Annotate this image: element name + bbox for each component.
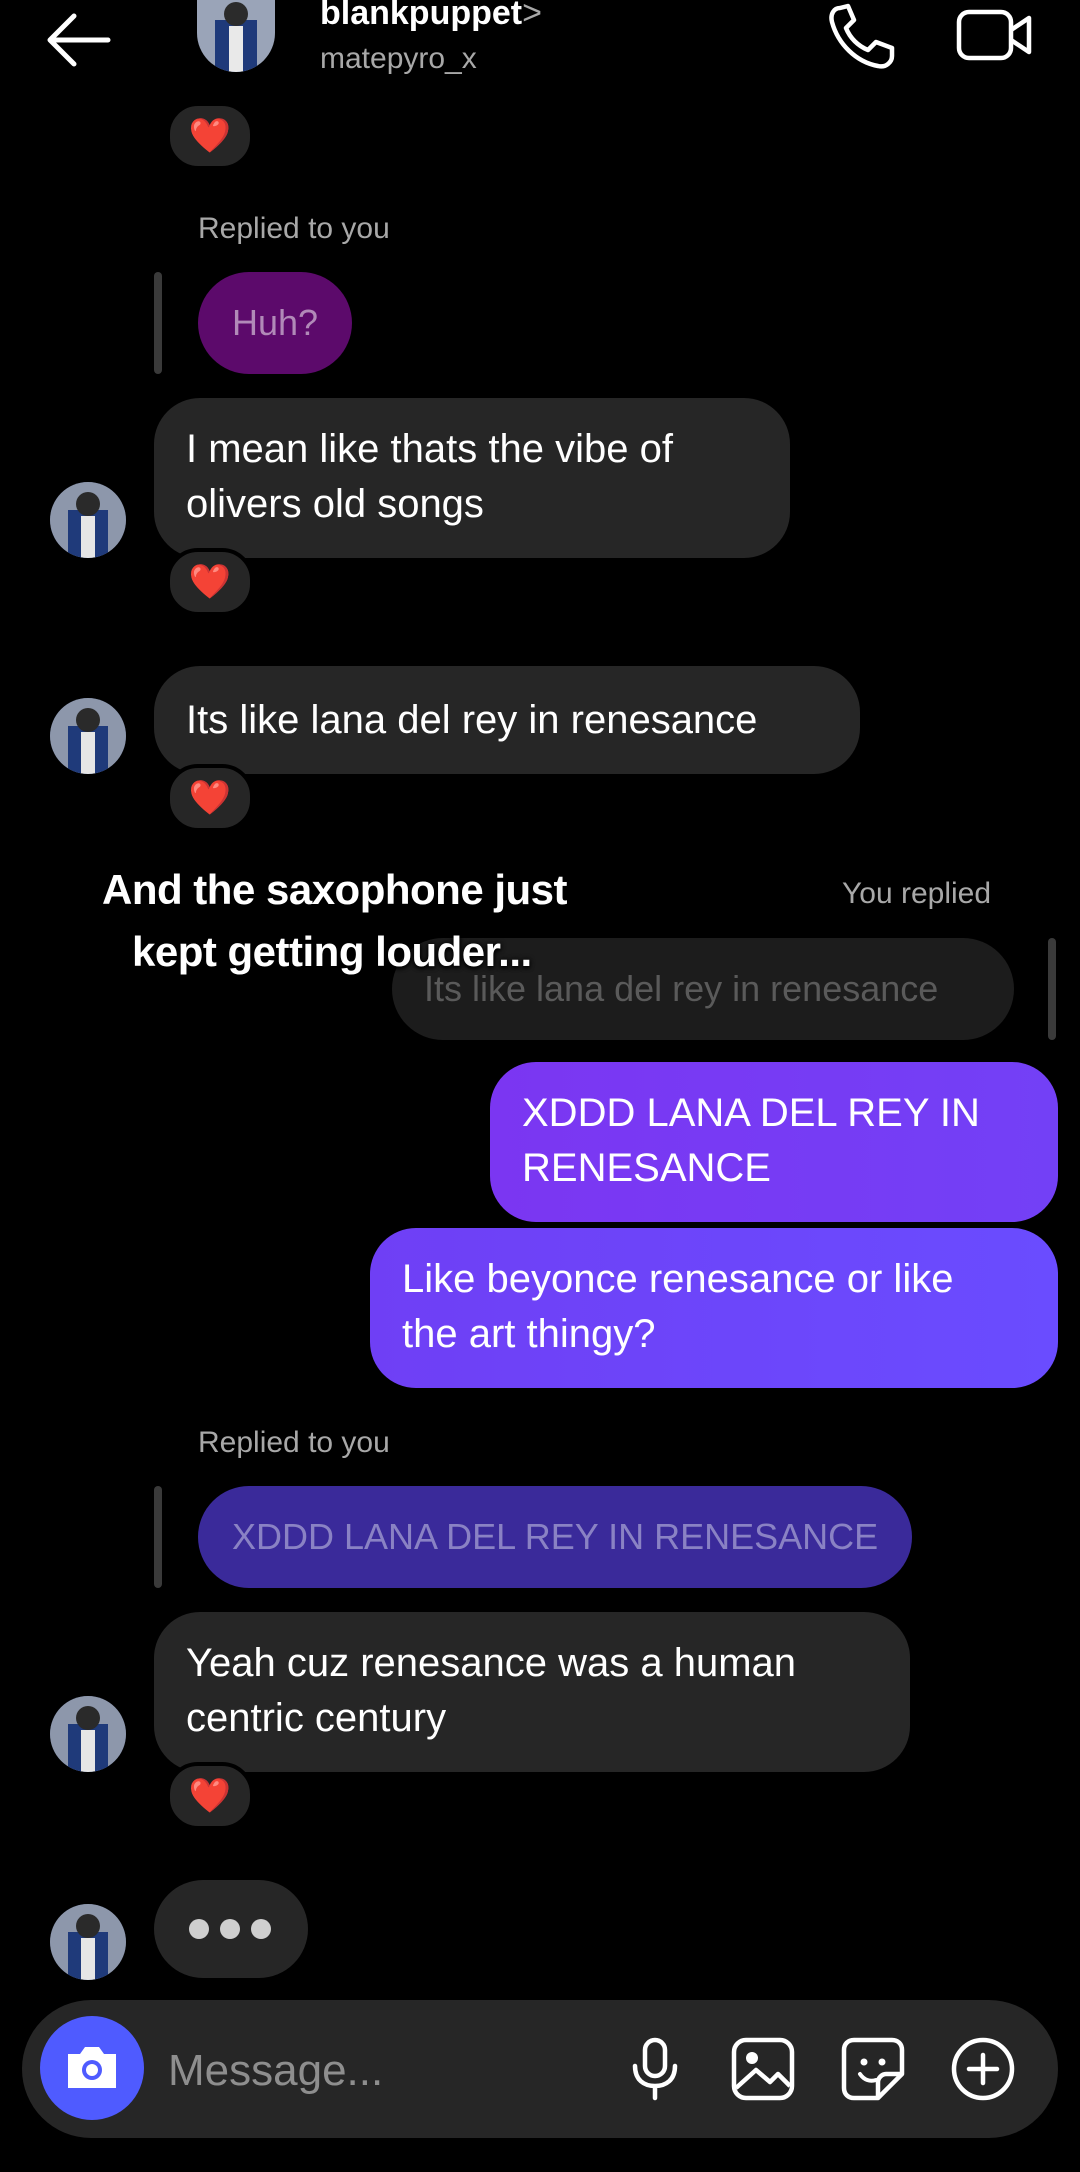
message-text: centric century — [186, 1696, 447, 1740]
reply-label: Replied to you — [198, 212, 390, 245]
sender-avatar[interactable] — [50, 1696, 126, 1772]
quoted-message[interactable]: XDDD LANA DEL REY IN RENESANCE — [198, 1486, 913, 1588]
plus-circle-icon — [951, 2037, 1015, 2101]
quoted-message[interactable]: Huh? — [198, 272, 353, 374]
back-button[interactable] — [40, 10, 120, 70]
message-text: I mean like thats the vibe of — [186, 427, 673, 471]
quote-bar — [154, 1486, 162, 1588]
video-camera-icon — [956, 9, 1032, 61]
sticker-icon — [841, 2037, 905, 2101]
sender-avatar[interactable] — [50, 482, 126, 558]
message-bubble[interactable]: Its like lana del rey in renesance — [154, 666, 860, 774]
camera-button[interactable] — [40, 2016, 144, 2120]
reaction-heart[interactable]: ❤️ — [166, 1762, 254, 1830]
header-avatar[interactable] — [197, 0, 275, 72]
quote-bar — [1048, 938, 1056, 1040]
chat-header: blankpuppet> matepyro_x — [0, 0, 1080, 105]
call-button[interactable] — [822, 0, 900, 72]
arrow-left-icon — [47, 13, 111, 67]
message-bubble[interactable]: Yeah cuz renesance was a human centric c… — [154, 1612, 910, 1772]
message-text: Its like lana del rey in renesance — [186, 698, 758, 742]
message-bubble[interactable]: I mean like thats the vibe of olivers ol… — [154, 398, 790, 558]
microphone-icon — [632, 2037, 678, 2101]
contact-username: matepyro_x — [320, 42, 477, 75]
message-input[interactable] — [166, 2040, 600, 2102]
reaction-heart[interactable]: ❤️ — [166, 764, 254, 832]
message-text: RENESANCE — [522, 1146, 771, 1190]
message-text: Yeah cuz renesance was a human — [186, 1641, 797, 1685]
microphone-button[interactable] — [620, 2034, 690, 2104]
quote-bar — [154, 272, 162, 374]
sender-avatar — [50, 1904, 126, 1980]
heart-icon: ❤️ — [188, 779, 232, 817]
contact-name-text: blankpuppet — [320, 0, 523, 32]
overlay-caption-line: kept getting louder... — [132, 928, 532, 975]
outgoing-message-bubble[interactable]: Like beyonce renesance or like the art t… — [370, 1228, 1058, 1388]
reaction-heart[interactable]: ❤️ — [166, 548, 254, 616]
outgoing-message-bubble[interactable]: XDDD LANA DEL REY IN RENESANCE — [490, 1062, 1058, 1222]
you-replied-label: You replied — [842, 877, 992, 910]
heart-icon: ❤️ — [188, 117, 232, 155]
image-icon — [731, 2037, 795, 2101]
video-call-button[interactable] — [955, 4, 1035, 66]
add-button[interactable] — [948, 2034, 1018, 2104]
sender-avatar[interactable] — [50, 698, 126, 774]
heart-icon: ❤️ — [188, 563, 232, 601]
heart-icon: ❤️ — [188, 1777, 232, 1815]
typing-indicator — [154, 1880, 308, 1978]
message-text: XDDD LANA DEL REY IN — [522, 1091, 980, 1135]
chevron-right-icon: > — [522, 0, 542, 32]
overlay-caption-line: And the saxophone just — [102, 866, 568, 913]
contact-name[interactable]: blankpuppet> — [320, 0, 542, 33]
message-text: the art thingy? — [402, 1312, 656, 1356]
message-text: olivers old songs — [186, 482, 484, 526]
camera-icon — [68, 2047, 116, 2088]
phone-icon — [829, 3, 895, 69]
message-text: Like beyonce renesance or like — [402, 1257, 954, 1301]
gallery-button[interactable] — [728, 2034, 798, 2104]
typing-dots-icon — [189, 1919, 271, 1939]
reaction-heart[interactable]: ❤️ — [166, 102, 254, 170]
reply-label: Replied to you — [198, 1426, 390, 1459]
sticker-button[interactable] — [838, 2034, 908, 2104]
